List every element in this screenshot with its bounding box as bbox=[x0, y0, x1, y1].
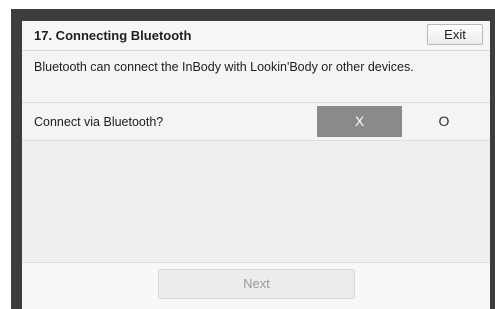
header-bar: 17. Connecting Bluetooth Exit bbox=[22, 21, 490, 51]
exit-button[interactable]: Exit bbox=[427, 24, 483, 45]
empty-content-area bbox=[22, 141, 490, 262]
description-text: Bluetooth can connect the InBody with Lo… bbox=[34, 60, 414, 74]
page-title: 17. Connecting Bluetooth bbox=[34, 28, 192, 43]
bluetooth-setting-row: Connect via Bluetooth? X O bbox=[22, 103, 490, 141]
bluetooth-question-label: Connect via Bluetooth? bbox=[34, 115, 164, 129]
footer-bar: Next bbox=[22, 262, 490, 309]
next-button[interactable]: Next bbox=[158, 269, 355, 299]
description-panel: Bluetooth can connect the InBody with Lo… bbox=[22, 51, 490, 103]
device-screen: 17. Connecting Bluetooth Exit Bluetooth … bbox=[22, 21, 490, 309]
bluetooth-on-option[interactable]: O bbox=[402, 106, 486, 137]
bluetooth-off-option[interactable]: X bbox=[317, 106, 402, 137]
